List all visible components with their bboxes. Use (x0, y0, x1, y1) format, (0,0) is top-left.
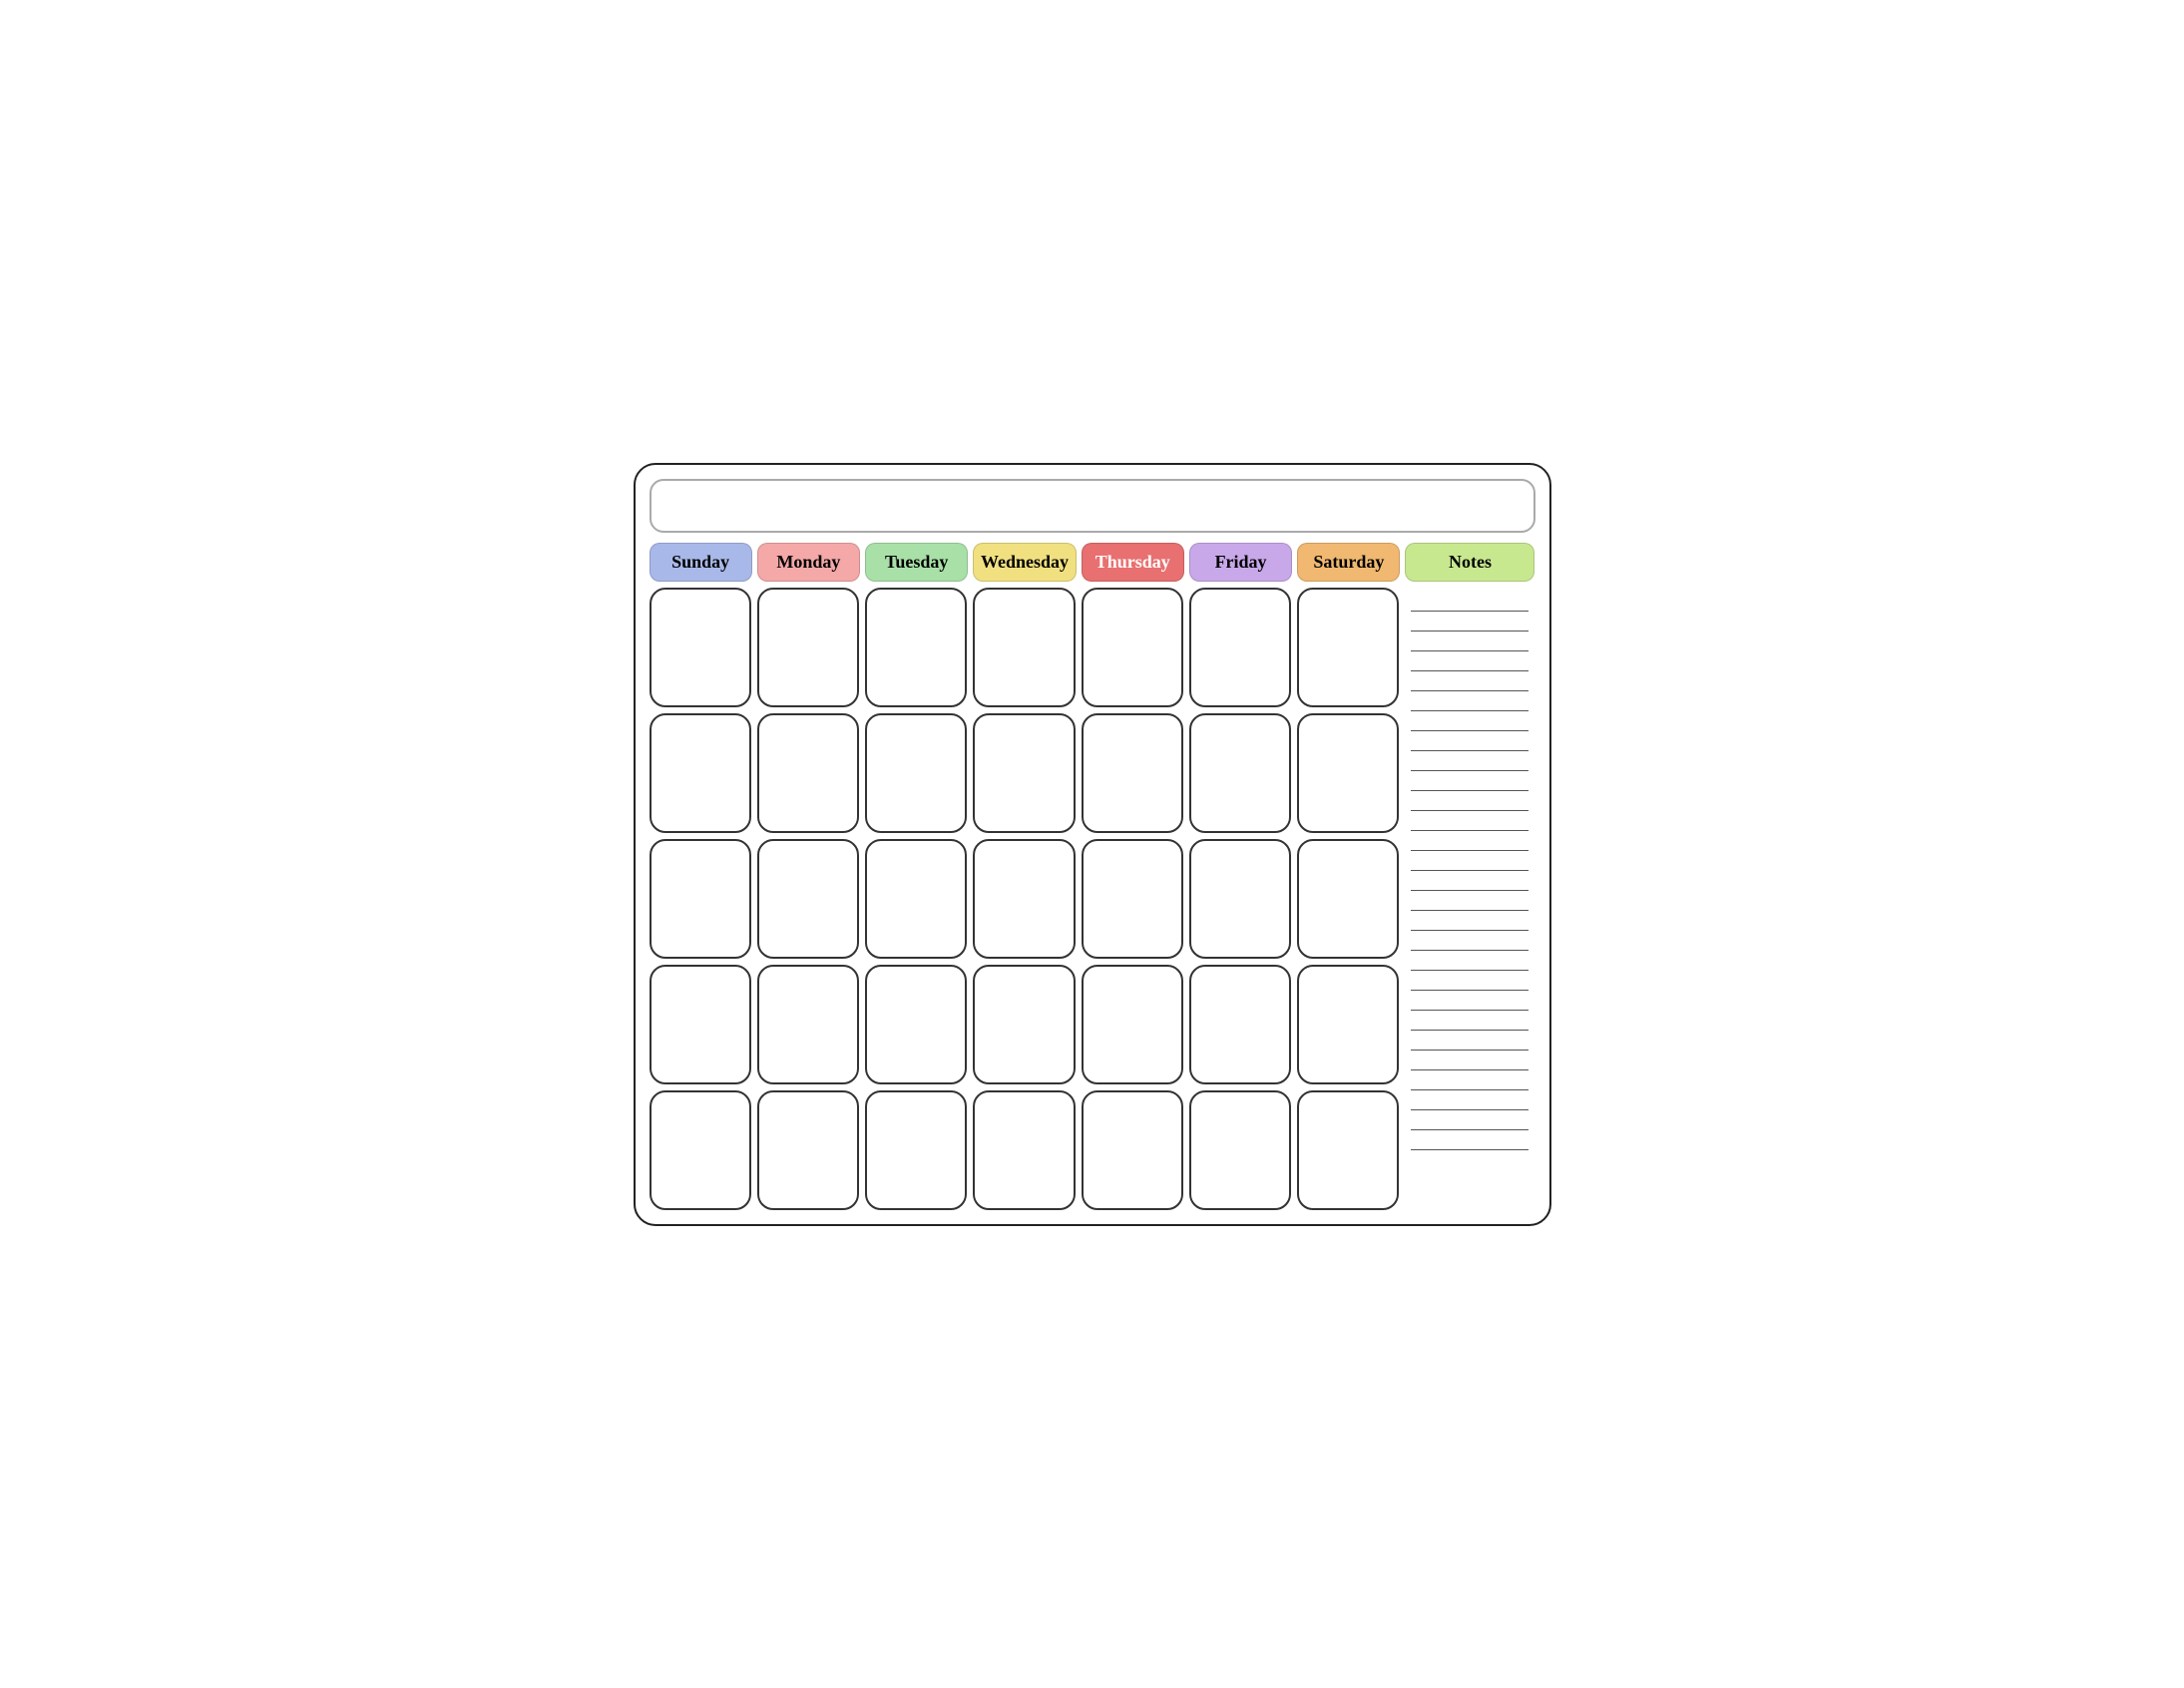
day-cell-r0-c1[interactable] (757, 588, 859, 707)
notes-line (1411, 973, 1529, 991)
notes-line (1411, 713, 1529, 731)
day-cell-r0-c3[interactable] (973, 588, 1075, 707)
day-cell-r2-c6[interactable] (1297, 839, 1399, 959)
day-cell-r4-c5[interactable] (1189, 1090, 1291, 1210)
day-cell-r1-c2[interactable] (865, 713, 967, 833)
header-thursday: Thursday (1082, 543, 1184, 582)
notes-line (1411, 893, 1529, 911)
notes-line (1411, 673, 1529, 691)
header-tuesday: Tuesday (865, 543, 968, 582)
day-cell-r1-c3[interactable] (973, 713, 1075, 833)
day-cell-r3-c4[interactable] (1082, 965, 1183, 1084)
notes-line (1411, 933, 1529, 951)
header-sunday: Sunday (650, 543, 752, 582)
day-cell-r2-c4[interactable] (1082, 839, 1183, 959)
notes-line (1411, 693, 1529, 711)
day-cell-r1-c0[interactable] (650, 713, 751, 833)
day-cell-r3-c0[interactable] (650, 965, 751, 1084)
header-saturday: Saturday (1297, 543, 1400, 582)
day-cell-r1-c5[interactable] (1189, 713, 1291, 833)
notes-line (1411, 594, 1529, 612)
day-cell-r3-c2[interactable] (865, 965, 967, 1084)
day-cell-r2-c0[interactable] (650, 839, 751, 959)
notes-line (1411, 753, 1529, 771)
day-cell-r3-c6[interactable] (1297, 965, 1399, 1084)
calendar-wrapper: SundayMondayTuesdayWednesdayThursdayFrid… (614, 443, 1571, 1246)
day-cell-r4-c0[interactable] (650, 1090, 751, 1210)
notes-line (1411, 1072, 1529, 1090)
day-cell-r3-c3[interactable] (973, 965, 1075, 1084)
notes-line (1411, 813, 1529, 831)
day-cell-r4-c6[interactable] (1297, 1090, 1399, 1210)
header-row: SundayMondayTuesdayWednesdayThursdayFrid… (636, 543, 1549, 588)
notes-line (1411, 773, 1529, 791)
header-friday: Friday (1189, 543, 1292, 582)
calendar-grid (636, 588, 1549, 1224)
day-cell-r0-c6[interactable] (1297, 588, 1399, 707)
header-wednesday: Wednesday (973, 543, 1076, 582)
day-cell-r4-c4[interactable] (1082, 1090, 1183, 1210)
notes-line (1411, 793, 1529, 811)
notes-line (1411, 873, 1529, 891)
notes-line (1411, 853, 1529, 871)
notes-line (1411, 1112, 1529, 1130)
notes-line (1411, 913, 1529, 931)
day-cell-r2-c5[interactable] (1189, 839, 1291, 959)
day-cell-r1-c6[interactable] (1297, 713, 1399, 833)
day-cell-r0-c4[interactable] (1082, 588, 1183, 707)
day-cell-r2-c1[interactable] (757, 839, 859, 959)
notes-line (1411, 953, 1529, 971)
notes-line (1411, 1053, 1529, 1070)
calendar-outer: SundayMondayTuesdayWednesdayThursdayFrid… (634, 463, 1551, 1226)
notes-line (1411, 633, 1529, 651)
day-cell-r3-c1[interactable] (757, 965, 859, 1084)
day-cell-r0-c2[interactable] (865, 588, 967, 707)
notes-line (1411, 1092, 1529, 1110)
notes-line (1411, 733, 1529, 751)
notes-line (1411, 1132, 1529, 1150)
day-cell-r2-c3[interactable] (973, 839, 1075, 959)
day-cell-r0-c0[interactable] (650, 588, 751, 707)
notes-line (1411, 993, 1529, 1011)
header-monday: Monday (757, 543, 860, 582)
day-cell-r1-c1[interactable] (757, 713, 859, 833)
day-cell-r2-c2[interactable] (865, 839, 967, 959)
notes-line (1411, 1013, 1529, 1031)
day-cell-r4-c3[interactable] (973, 1090, 1075, 1210)
day-cell-r1-c4[interactable] (1082, 713, 1183, 833)
notes-line (1411, 1033, 1529, 1051)
day-cell-r4-c2[interactable] (865, 1090, 967, 1210)
notes-column[interactable] (1405, 588, 1534, 1210)
title-bar[interactable] (650, 479, 1535, 533)
day-cell-r4-c1[interactable] (757, 1090, 859, 1210)
notes-line (1411, 614, 1529, 632)
notes-line (1411, 833, 1529, 851)
notes-line (1411, 653, 1529, 671)
header-notes: Notes (1405, 543, 1534, 582)
day-cell-r0-c5[interactable] (1189, 588, 1291, 707)
day-cell-r3-c5[interactable] (1189, 965, 1291, 1084)
